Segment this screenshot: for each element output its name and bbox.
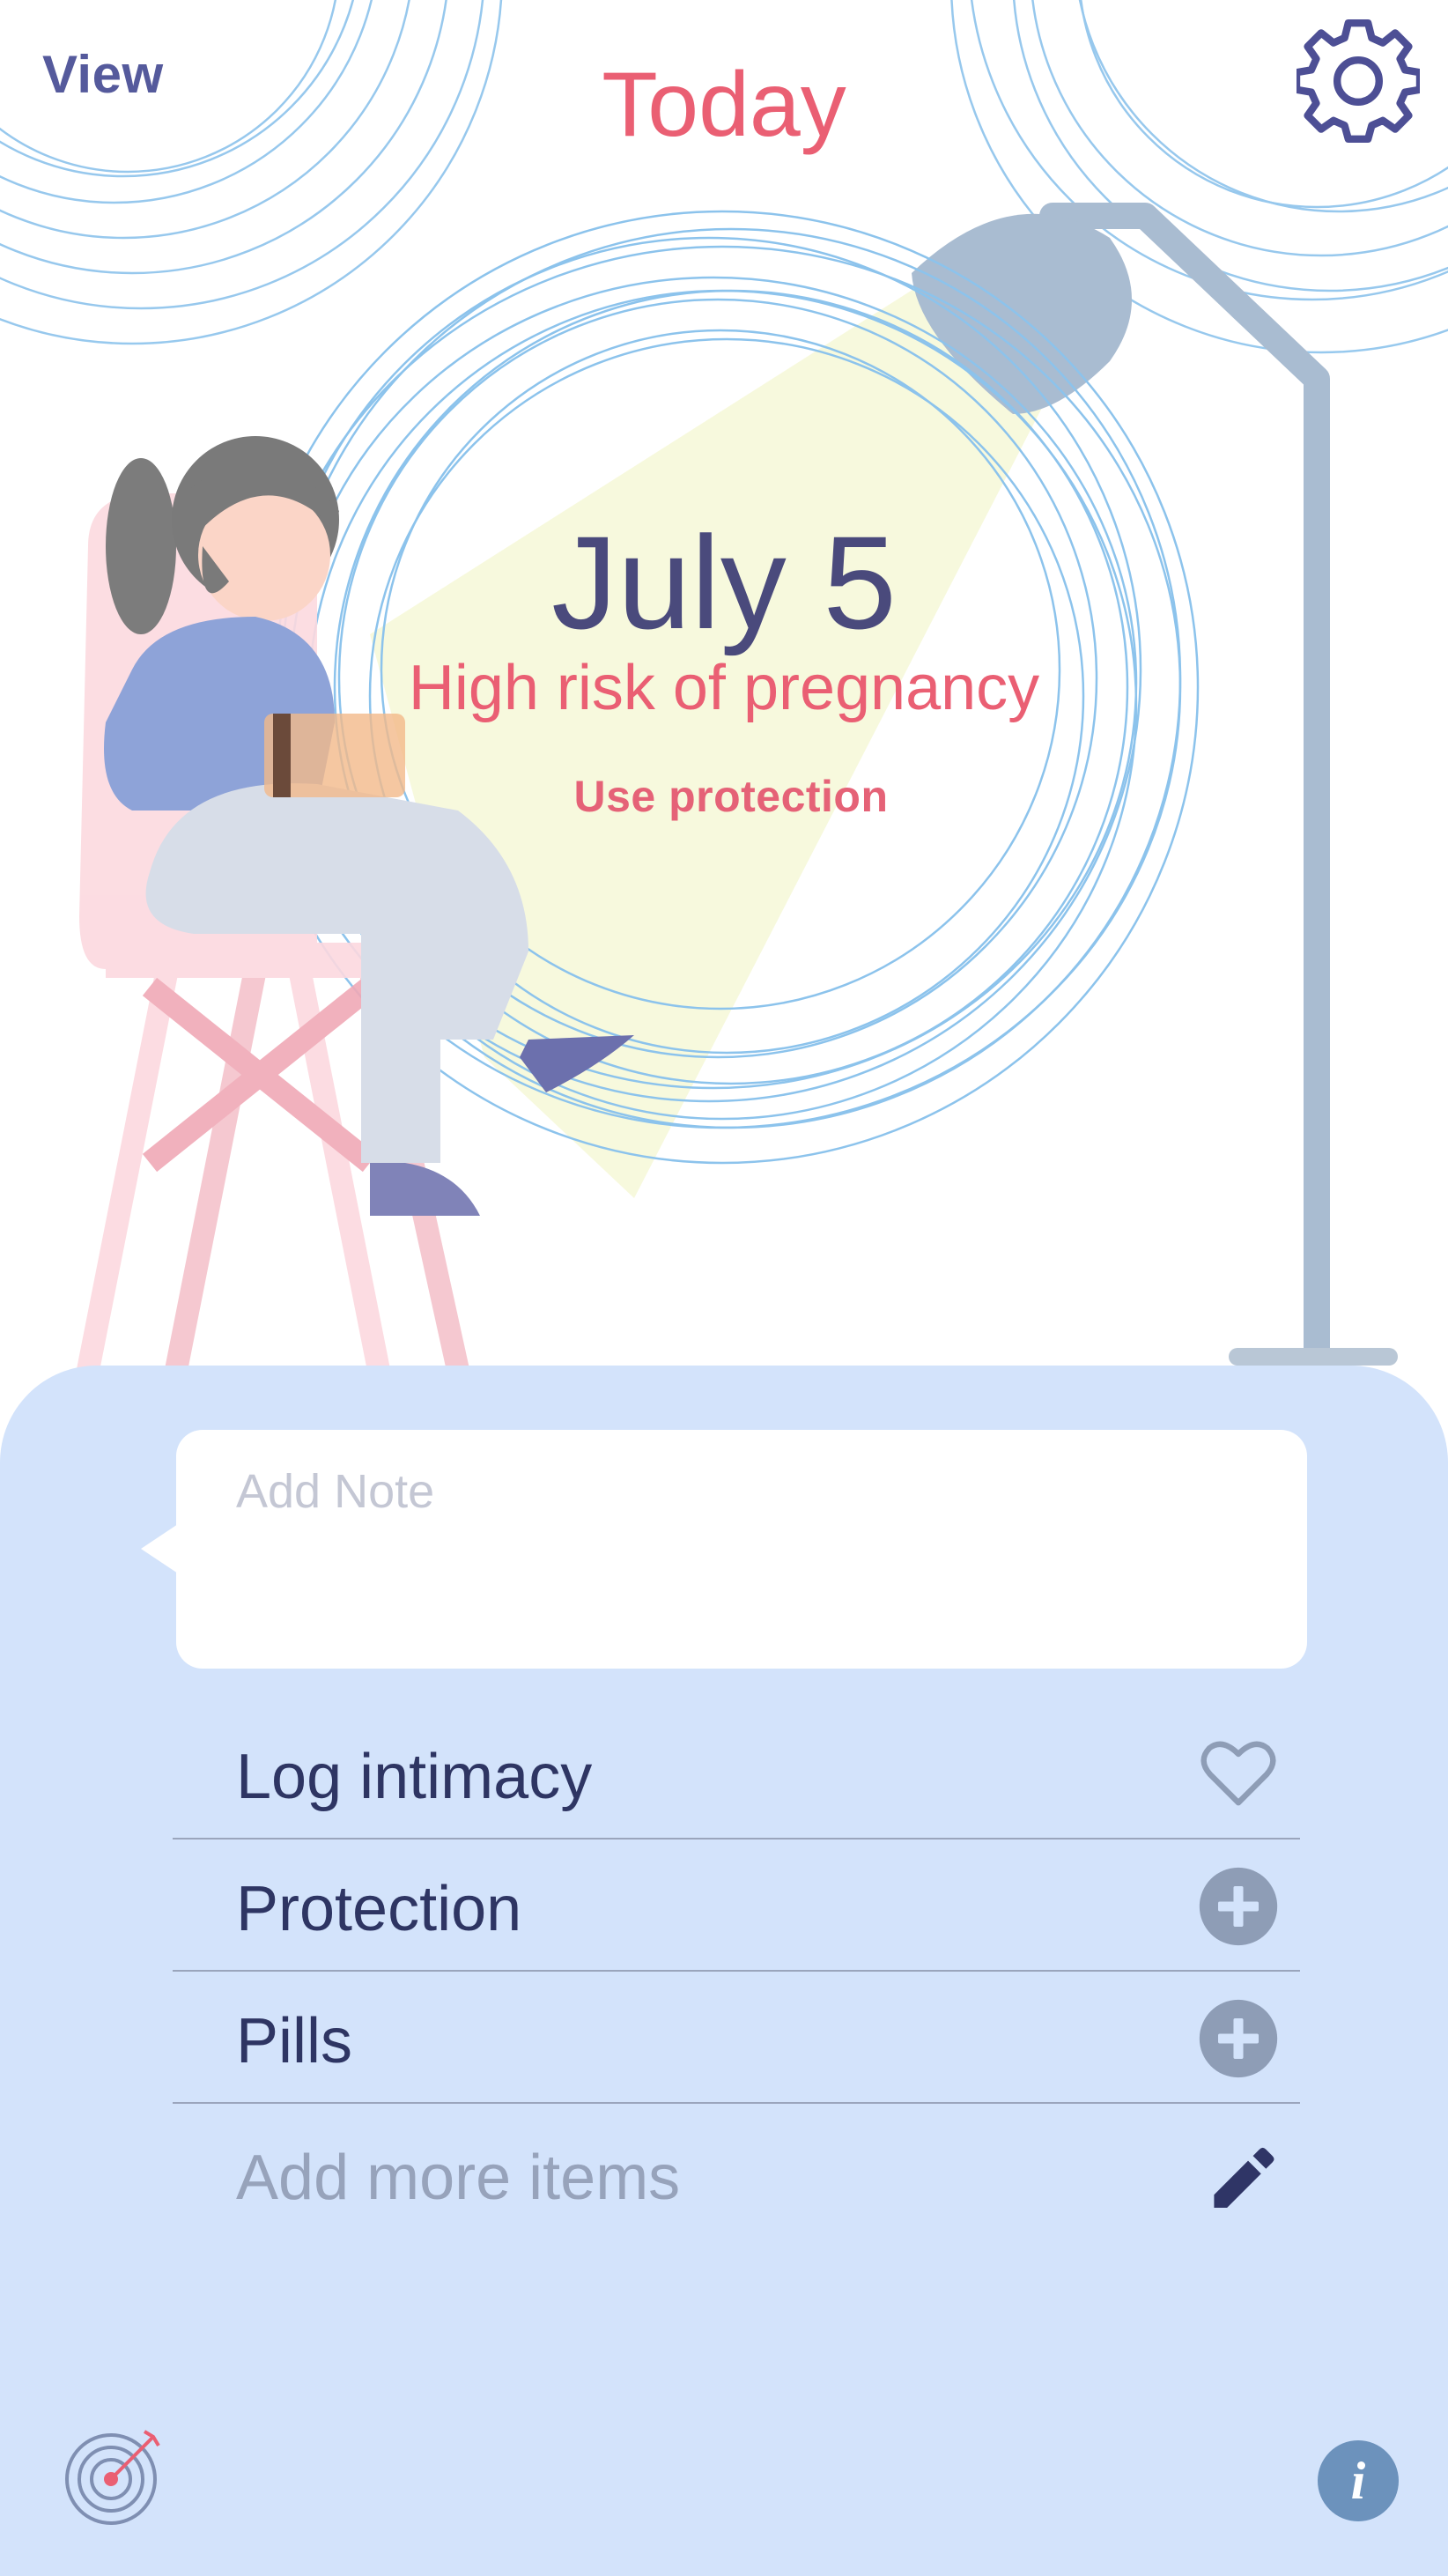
gear-icon[interactable] xyxy=(1297,19,1420,143)
list-item-pills[interactable]: Pills xyxy=(173,1973,1300,2104)
heart-icon[interactable] xyxy=(1198,1734,1279,1815)
light-beam xyxy=(370,282,1057,1198)
plus-circle-icon[interactable] xyxy=(1198,1998,1279,2079)
selected-date: July 5 xyxy=(551,508,897,656)
target-icon[interactable] xyxy=(62,2423,167,2528)
plus-circle-icon[interactable] xyxy=(1198,1866,1279,1947)
pregnancy-risk-text: High risk of pregnancy xyxy=(408,653,1040,723)
pencil-icon[interactable] xyxy=(1198,2136,1279,2217)
divider xyxy=(173,2102,1300,2104)
log-intimacy-label: Log intimacy xyxy=(236,1742,593,1812)
note-bubble-tail xyxy=(141,1524,178,1573)
list-item-protection[interactable]: Protection xyxy=(173,1841,1300,1972)
protection-label: Protection xyxy=(236,1874,522,1944)
advice-text: Use protection xyxy=(573,772,889,821)
list-item-log-intimacy[interactable]: Log intimacy xyxy=(173,1709,1300,1839)
list-item-add-more[interactable]: Add more items xyxy=(173,2110,1300,2240)
page-title: Today xyxy=(602,54,846,156)
add-note-field[interactable] xyxy=(236,1464,1275,1623)
divider xyxy=(173,1970,1300,1972)
divider xyxy=(173,1838,1300,1839)
info-button[interactable]: i xyxy=(1318,2440,1399,2521)
pills-label: Pills xyxy=(236,2006,353,2076)
add-more-items-label: Add more items xyxy=(236,2143,681,2213)
